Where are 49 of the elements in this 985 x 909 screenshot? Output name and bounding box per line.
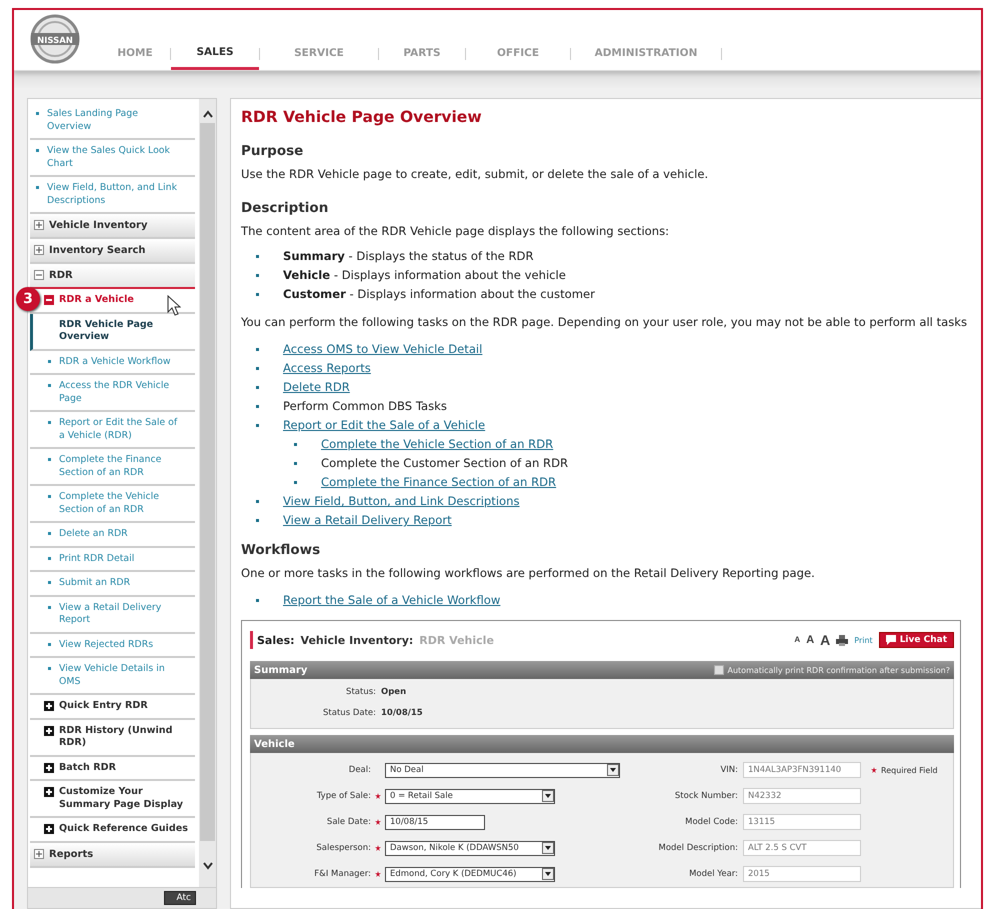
readonly-field: 13115	[743, 814, 861, 830]
field-label: Salesperson:	[315, 843, 371, 853]
group-label: Batch RDR	[59, 762, 116, 774]
section-label: Reports	[49, 848, 94, 860]
section-heading: Description	[241, 199, 330, 218]
readonly-field: 2015	[743, 866, 861, 882]
field-label: Sale Date:	[326, 817, 371, 827]
bullet-text: Vehicle - Displays information about the vehicle	[283, 267, 566, 284]
field-label: VIN:	[719, 765, 738, 775]
section-label: Vehicle Inventory	[49, 219, 148, 232]
readonly-field: N42332	[743, 788, 861, 804]
group-label: Quick Entry RDR	[59, 700, 148, 712]
readonly-field: ALT 2.5 S CVT	[743, 840, 861, 856]
field-label: F&I Manager:	[313, 869, 371, 879]
field-value: Open	[381, 687, 408, 697]
paragraph: One or more tasks in the following workflows are performed on the Retail Delivery Reporting page.	[241, 565, 816, 582]
task-text: Perform Common DBS Tasks	[283, 398, 447, 415]
field-label: Model Year:	[688, 869, 738, 879]
field-label: Model Code:	[684, 817, 738, 827]
breadcrumb-current: RDR Vehicle	[419, 634, 494, 646]
step-badge: 3	[16, 287, 40, 311]
field-label: Status Date:	[322, 708, 376, 718]
page-title: RDR Vehicle Page Overview	[241, 107, 483, 127]
legend-text: Required Field	[881, 766, 938, 774]
bullet-text: Summary - Displays the status of the RDR	[283, 248, 534, 265]
panel-title: Summary	[254, 664, 308, 676]
readonly-field: 1N4AL3AP3FN391140	[743, 762, 861, 778]
field-value: 10/08/15	[381, 708, 424, 718]
field-label: Deal:	[348, 765, 371, 775]
task-text: Complete the Customer Section of an RDR	[321, 455, 568, 472]
panel-title: Vehicle	[254, 738, 295, 750]
section-label: RDR	[49, 269, 73, 282]
logo: NISSAN	[30, 14, 80, 64]
group-label: RDR a Vehicle	[59, 294, 134, 306]
paragraph: You can perform the following tasks on the RDR page. Depending on your user role, you may not be able to perform all tasks	[241, 314, 968, 331]
section-heading: Workflows	[241, 541, 322, 560]
group-label: Quick Reference Guides	[59, 823, 188, 836]
checkbox-label: Automatically print RDR confirmation after submission?	[728, 666, 950, 674]
section-heading: Purpose	[241, 142, 304, 161]
section-label: Inventory Search	[49, 244, 146, 257]
field-label: Stock Number:	[674, 791, 738, 801]
field-label: Model Description:	[658, 843, 738, 853]
field-label: Type of Sale:	[316, 791, 371, 801]
group-label: RDR History (Unwind RDR)	[59, 724, 174, 750]
paragraph: The content area of the RDR Vehicle page displays the following sections:	[241, 223, 670, 240]
paragraph: Use the RDR Vehicle page to create, edit, submit, or delete the sale of a vehicle.	[241, 166, 710, 183]
group-label: Customize Your Summary Page Display	[59, 786, 184, 811]
field-label: Status:	[345, 687, 376, 697]
bullet-text: Customer - Displays information about the customer	[283, 286, 595, 303]
